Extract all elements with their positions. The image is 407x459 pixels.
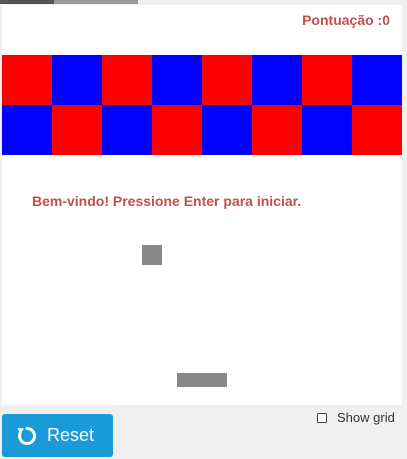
show-grid-label: Show grid xyxy=(337,410,395,425)
brick xyxy=(352,105,402,155)
paddle[interactable] xyxy=(177,373,227,387)
reset-label: Reset xyxy=(47,425,95,445)
brick xyxy=(152,55,202,105)
brick xyxy=(102,55,152,105)
brick xyxy=(252,55,302,105)
welcome-message: Bem-vindo! Pressione Enter para iniciar. xyxy=(32,193,302,209)
brick xyxy=(2,55,52,105)
score-display: Pontuação :0 xyxy=(302,12,390,28)
brick xyxy=(202,55,252,105)
reset-button[interactable]: Reset xyxy=(2,414,113,457)
brick xyxy=(202,105,252,155)
brick xyxy=(52,55,102,105)
brick xyxy=(52,105,102,155)
ball xyxy=(142,245,162,265)
brick xyxy=(252,105,302,155)
brick-wall xyxy=(2,55,402,155)
brick xyxy=(152,105,202,155)
brick xyxy=(2,105,52,155)
show-grid-checkbox[interactable] xyxy=(317,412,327,423)
brick xyxy=(102,105,152,155)
brick xyxy=(302,55,352,105)
brick xyxy=(302,105,352,155)
game-canvas[interactable]: Pontuação :0 Bem-vindo! Pressione Enter … xyxy=(2,5,402,405)
top-tab-active xyxy=(0,0,54,4)
show-grid-toggle[interactable]: Show grid xyxy=(317,410,395,425)
reset-icon xyxy=(16,425,38,447)
brick xyxy=(352,55,402,105)
